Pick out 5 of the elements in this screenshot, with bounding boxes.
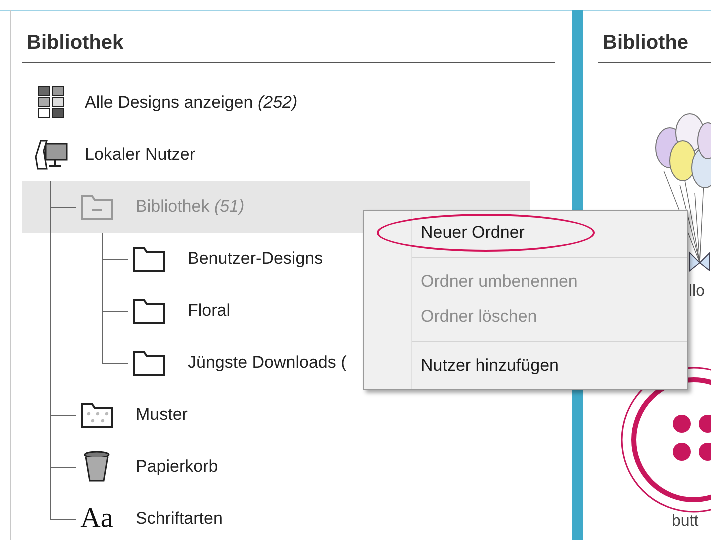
panel-title: Bibliothe	[603, 32, 689, 54]
design-label: llo	[689, 283, 706, 300]
panel-title: Bibliothek	[27, 32, 124, 54]
font-icon: Aa	[80, 505, 114, 533]
design-label: butt	[672, 513, 699, 530]
